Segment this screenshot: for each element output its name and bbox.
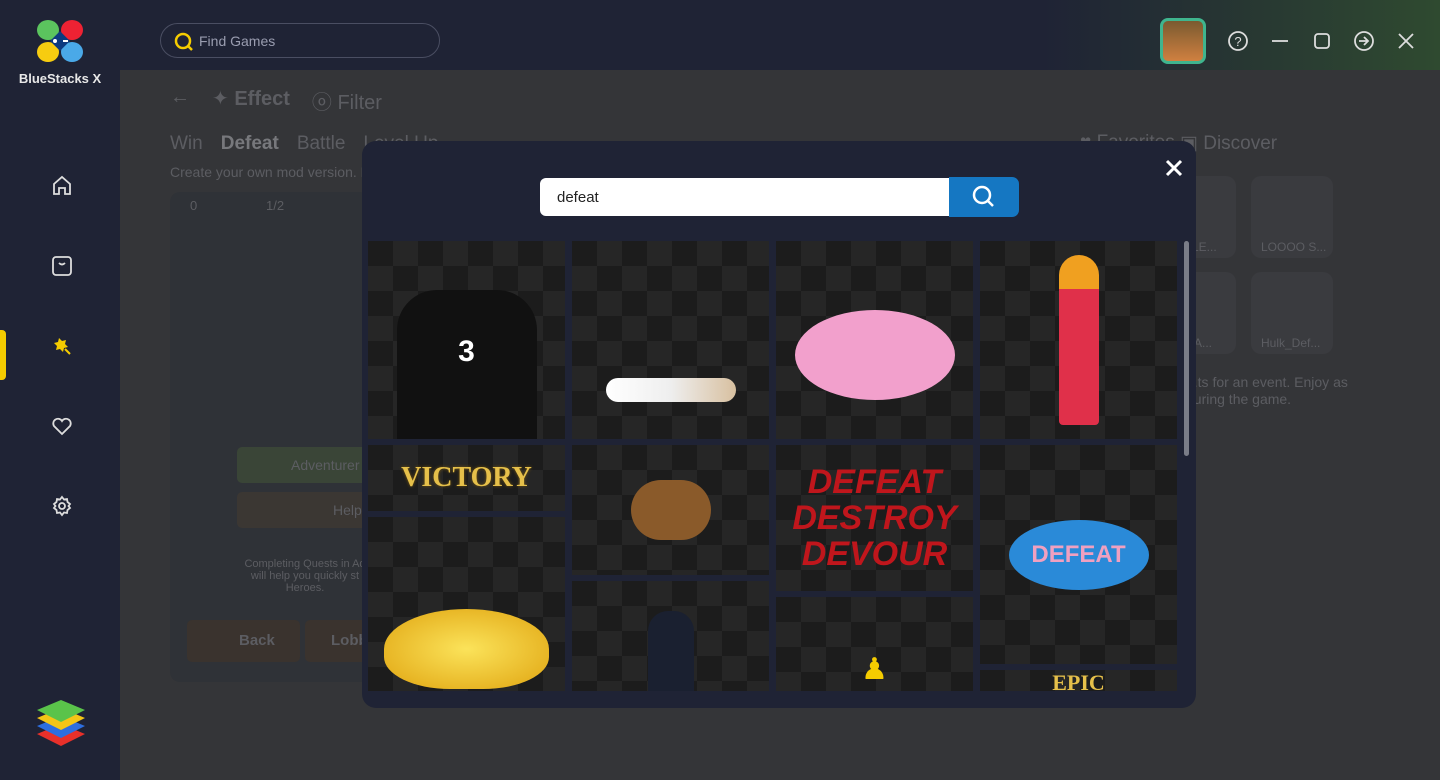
forward-icon[interactable] xyxy=(1352,29,1376,53)
results-grid: 3 VICTORY DEFEAT DESTROY DEVOUR ♟ DEFEAT… xyxy=(362,241,1196,691)
sidebar-item-effects[interactable] xyxy=(40,324,84,368)
description-text: during the game. xyxy=(1186,391,1292,407)
close-window-icon[interactable] xyxy=(1394,29,1418,53)
sidebar-item-home[interactable] xyxy=(40,164,84,208)
effect-card: LOOOO S... xyxy=(1251,176,1333,258)
gif-result[interactable]: DEFEAT xyxy=(980,445,1177,664)
svg-text:?: ? xyxy=(1234,34,1241,49)
avatar[interactable] xyxy=(1160,18,1206,64)
effect-label: Effect xyxy=(234,88,290,110)
tab-defeat[interactable]: Defeat xyxy=(221,133,279,155)
tab-effect[interactable]: ✦ Effect xyxy=(212,86,290,115)
maximize-icon[interactable] xyxy=(1310,29,1334,53)
stat-count: 0 xyxy=(190,198,198,213)
quest-text: Completing Quests in Ad xyxy=(244,558,366,570)
gear-icon xyxy=(52,495,72,517)
gif-search-button[interactable] xyxy=(949,177,1019,217)
adventurer-label: Adventurer xyxy=(291,457,360,473)
gif-result[interactable]: ♟ xyxy=(776,597,973,691)
gif-result[interactable] xyxy=(572,445,769,575)
defeat-text: DEFEAT xyxy=(807,463,942,501)
search-placeholder: Find Games xyxy=(199,32,276,49)
back-label: Back xyxy=(239,632,275,649)
description-text: ...ts for an event. Enjoy as xyxy=(1186,374,1348,390)
store-icon xyxy=(52,256,72,276)
find-games-search[interactable]: Find Games xyxy=(160,23,440,58)
jersey-number: 3 xyxy=(396,290,537,439)
defeat-badge-text: DEFEAT xyxy=(1031,540,1126,568)
gif-result[interactable] xyxy=(368,517,565,691)
gif-result[interactable]: 3 xyxy=(368,241,565,439)
active-indicator xyxy=(0,330,6,380)
subtitle: Create your own mod version. F xyxy=(170,164,370,180)
sidebar-item-settings[interactable] xyxy=(40,484,84,528)
search-icon xyxy=(174,32,193,51)
help-icon[interactable]: ? xyxy=(1226,29,1250,53)
bluestacks-app-icon[interactable] xyxy=(36,700,86,752)
help-button: Help xyxy=(237,492,377,528)
destroy-text: DESTROY xyxy=(792,499,957,537)
sidebar-item-favorites[interactable] xyxy=(40,404,84,448)
card-label: Hulk_Def... xyxy=(1261,336,1321,350)
back-button: Back xyxy=(187,620,300,662)
sidebar: BlueStacks X xyxy=(0,0,120,780)
gif-result[interactable]: VICTORY xyxy=(368,445,565,511)
effect-icon xyxy=(54,338,71,355)
home-icon xyxy=(53,175,71,195)
heart-icon xyxy=(52,417,72,436)
gif-result[interactable] xyxy=(572,581,769,691)
back-arrow-icon[interactable]: ← xyxy=(170,86,190,115)
quest-text: Heroes. xyxy=(285,582,325,594)
tab-win[interactable]: Win xyxy=(170,133,203,155)
app-name: BlueStacks X xyxy=(18,71,102,86)
game-preview: 0 1/2 Adventurer Help Completing Quests … xyxy=(170,192,377,682)
victory-text: VICTORY xyxy=(401,462,532,493)
filter-label: Filter xyxy=(337,92,382,114)
gif-result[interactable]: DEFEAT DESTROY DEVOUR xyxy=(776,445,973,591)
gif-result[interactable]: EPIC xyxy=(980,670,1177,691)
epic-text: EPIC xyxy=(1052,670,1105,691)
tab-filter[interactable]: ⓞ Filter xyxy=(312,86,382,115)
gif-result[interactable] xyxy=(776,241,973,439)
close-modal-icon[interactable] xyxy=(1164,158,1184,178)
tab-battle[interactable]: Battle xyxy=(297,133,346,155)
gif-search-modal: 3 VICTORY DEFEAT DESTROY DEVOUR ♟ DEFEAT… xyxy=(362,141,1196,708)
adventurer-button: Adventurer xyxy=(237,447,377,483)
discover-label: Discover xyxy=(1203,133,1278,154)
gif-result[interactable] xyxy=(980,241,1177,439)
minimize-icon[interactable] xyxy=(1268,29,1292,53)
search-icon xyxy=(972,185,994,207)
sidebar-item-store[interactable] xyxy=(40,244,84,288)
help-label: Help xyxy=(333,502,362,518)
gif-search-input[interactable] xyxy=(540,178,951,216)
quest-text: will help you quickly st xyxy=(250,570,360,582)
bluestacks-logo xyxy=(37,20,83,62)
card-label: LOOOO S... xyxy=(1261,240,1327,254)
results-scrollbar[interactable] xyxy=(1184,241,1189,456)
effect-card: Hulk_Def... xyxy=(1251,272,1333,354)
gif-result[interactable] xyxy=(572,241,769,439)
devour-text: DEVOUR xyxy=(801,535,948,573)
stat-ratio: 1/2 xyxy=(266,198,285,213)
